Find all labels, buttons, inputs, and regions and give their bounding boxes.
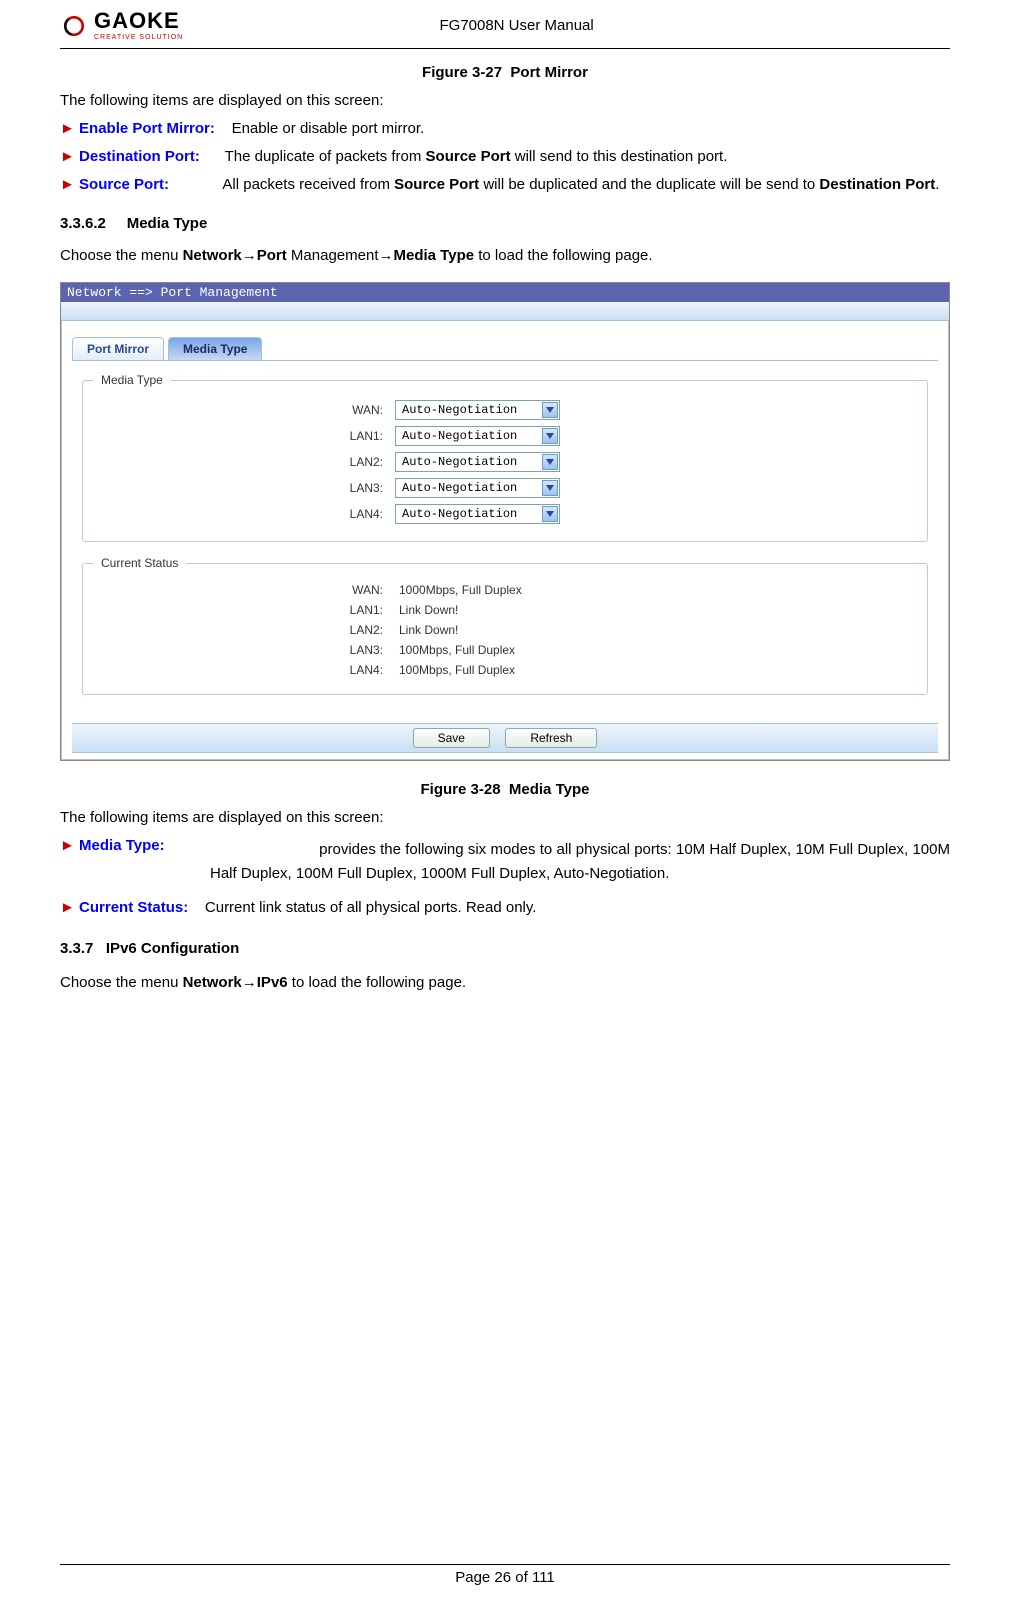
logo-icon xyxy=(60,12,88,40)
chevron-down-icon xyxy=(542,506,558,522)
chevron-down-icon xyxy=(542,428,558,444)
section-media-type-heading: 3.3.6.2 Media Type xyxy=(60,215,950,232)
status-lan3-label: LAN3: xyxy=(83,643,395,657)
fig28-item-media-desc: ► Media Type: provides the following six… xyxy=(210,838,950,886)
chevron-down-icon xyxy=(542,402,558,418)
media-lan1-label: LAN1: xyxy=(83,429,395,443)
tab-port-mirror[interactable]: Port Mirror xyxy=(72,337,164,360)
status-lan1-value: Link Down! xyxy=(395,603,458,617)
fig27-intro: The following items are displayed on thi… xyxy=(60,89,950,113)
button-row: Save Refresh xyxy=(72,723,938,753)
save-button[interactable]: Save xyxy=(413,728,490,748)
page-number: Page 26 of 111 xyxy=(0,1569,1010,1586)
media-lan1-select[interactable]: Auto-Negotiation xyxy=(395,426,560,446)
doc-title: FG7008N User Manual xyxy=(183,17,950,34)
logo-tagline: CREATIVE SOLUTION xyxy=(94,34,183,41)
figure-27-caption: Figure 3-27 Port Mirror xyxy=(60,64,950,81)
refresh-button[interactable]: Refresh xyxy=(505,728,597,748)
header-divider xyxy=(60,48,950,49)
media-lan3-label: LAN3: xyxy=(83,481,395,495)
figure-28-caption: Figure 3-28 Media Type xyxy=(60,781,950,798)
current-status-legend: Current Status xyxy=(93,556,186,570)
media-lan3-select[interactable]: Auto-Negotiation xyxy=(395,478,560,498)
logo-text: GAOKE xyxy=(94,10,183,32)
media-type-group: Media Type WAN: Auto-Negotiation LAN1: A… xyxy=(82,373,928,542)
status-lan2-label: LAN2: xyxy=(83,623,395,637)
tab-media-type[interactable]: Media Type xyxy=(168,337,262,360)
media-type-screenshot: Network ==> Port Management Port Mirror … xyxy=(60,282,950,761)
fig27-item-source: ► Source Port: All packets received from… xyxy=(60,173,950,197)
status-lan4-label: LAN4: xyxy=(83,663,395,677)
media-type-legend: Media Type xyxy=(93,373,171,387)
chevron-down-icon xyxy=(542,454,558,470)
fig28-item-status: ► Current Status: Current link status of… xyxy=(60,896,950,920)
media-lan2-select[interactable]: Auto-Negotiation xyxy=(395,452,560,472)
status-lan3-value: 100Mbps, Full Duplex xyxy=(395,643,515,657)
fig27-item-destination: ► Destination Port: The duplicate of pac… xyxy=(60,145,950,169)
status-wan-value: 1000Mbps, Full Duplex xyxy=(395,583,522,597)
logo: GAOKE CREATIVE SOLUTION xyxy=(60,10,183,41)
page-footer: Page 26 of 111 xyxy=(0,1564,1010,1586)
ipv6-menu-path: Choose the menu Network→IPv6 to load the… xyxy=(60,971,950,995)
section-ipv6-heading: 3.3.7 IPv6 Configuration xyxy=(60,940,950,957)
media-type-menu-path: Choose the menu Network→Port Management→… xyxy=(60,244,950,268)
media-lan2-label: LAN2: xyxy=(83,455,395,469)
chevron-down-icon xyxy=(542,480,558,496)
status-lan1-label: LAN1: xyxy=(83,603,395,617)
status-lan2-value: Link Down! xyxy=(395,623,458,637)
current-status-group: Current Status WAN: 1000Mbps, Full Duple… xyxy=(82,556,928,695)
fig27-item-enable: ► Enable Port Mirror: Enable or disable … xyxy=(60,117,950,141)
breadcrumb: Network ==> Port Management xyxy=(61,283,949,302)
status-lan4-value: 100Mbps, Full Duplex xyxy=(395,663,515,677)
fig28-intro: The following items are displayed on thi… xyxy=(60,806,950,830)
media-lan4-label: LAN4: xyxy=(83,507,395,521)
media-lan4-select[interactable]: Auto-Negotiation xyxy=(395,504,560,524)
media-wan-label: WAN: xyxy=(83,403,395,417)
gradient-divider xyxy=(61,302,949,321)
status-wan-label: WAN: xyxy=(83,583,395,597)
media-wan-select[interactable]: Auto-Negotiation xyxy=(395,400,560,420)
